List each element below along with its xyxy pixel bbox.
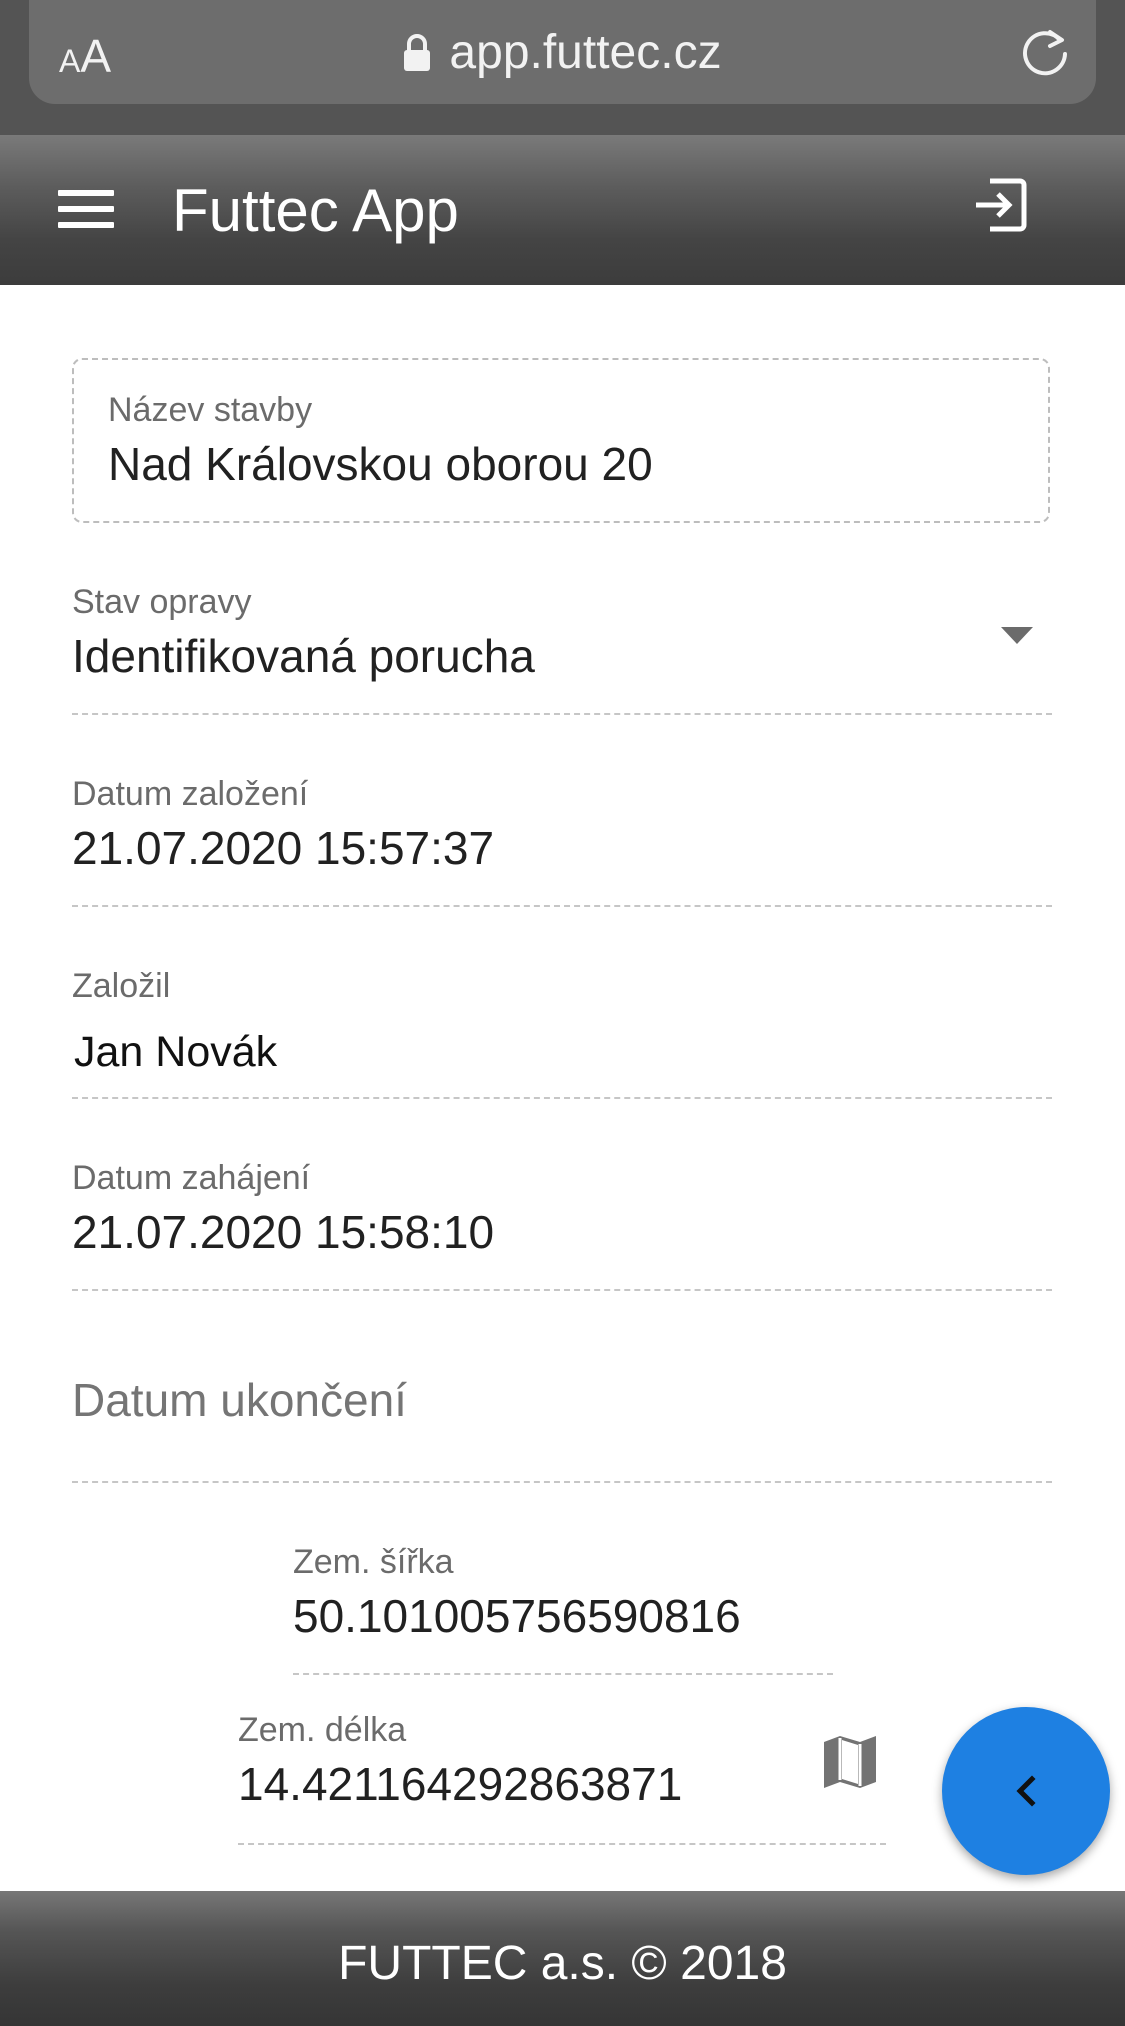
app-title: Futtec App <box>172 177 459 244</box>
created-by-value: Jan Novák <box>74 1028 278 1076</box>
building-name-value: Nad Královskou oborou 20 <box>108 438 653 490</box>
repair-state-select[interactable]: Identifikovaná porucha <box>72 628 535 684</box>
repair-state-label: Stav opravy <box>72 583 252 621</box>
reload-icon[interactable] <box>1020 24 1072 85</box>
divider <box>72 905 1052 907</box>
created-date-label: Datum založení <box>72 775 309 813</box>
address-bar[interactable]: AA app.futtec.cz <box>29 0 1096 104</box>
latitude-label: Zem. šířka <box>293 1543 454 1581</box>
logout-icon[interactable] <box>970 176 1028 239</box>
footer-text: FUTTEC a.s. © 2018 <box>338 1937 787 1990</box>
divider <box>238 1843 886 1845</box>
created-date-value: 21.07.2020 15:57:37 <box>72 822 495 874</box>
end-date-input[interactable]: Datum ukončení <box>72 1372 407 1428</box>
start-date-value: 21.07.2020 15:58:10 <box>72 1206 495 1258</box>
browser-toolbar: AA app.futtec.cz <box>0 0 1125 135</box>
latitude-value[interactable]: 50.101005756590816 <box>293 1588 741 1644</box>
divider <box>72 1097 1052 1099</box>
chevron-left-icon <box>1016 1775 1036 1807</box>
app-header: Futtec App <box>0 135 1125 285</box>
divider <box>72 1289 1052 1291</box>
divider <box>293 1673 833 1675</box>
divider <box>72 1481 1052 1483</box>
created-by-label: Založil <box>72 967 171 1005</box>
url-display[interactable]: app.futtec.cz <box>29 24 1096 86</box>
back-fab-button[interactable] <box>942 1707 1110 1875</box>
footer: FUTTEC a.s. © 2018 <box>0 1891 1125 2026</box>
map-icon[interactable] <box>822 1734 878 1795</box>
dropdown-arrow-icon[interactable] <box>1000 626 1034 651</box>
divider <box>72 713 1052 715</box>
menu-icon[interactable] <box>58 186 114 232</box>
lock-icon <box>403 28 431 86</box>
longitude-label: Zem. délka <box>238 1711 407 1749</box>
start-date-label: Datum zahájení <box>72 1159 311 1197</box>
url-text: app.futtec.cz <box>449 26 722 79</box>
longitude-value[interactable]: 14.421164292863871 <box>238 1756 682 1812</box>
building-name-label: Název stavby <box>108 391 313 429</box>
